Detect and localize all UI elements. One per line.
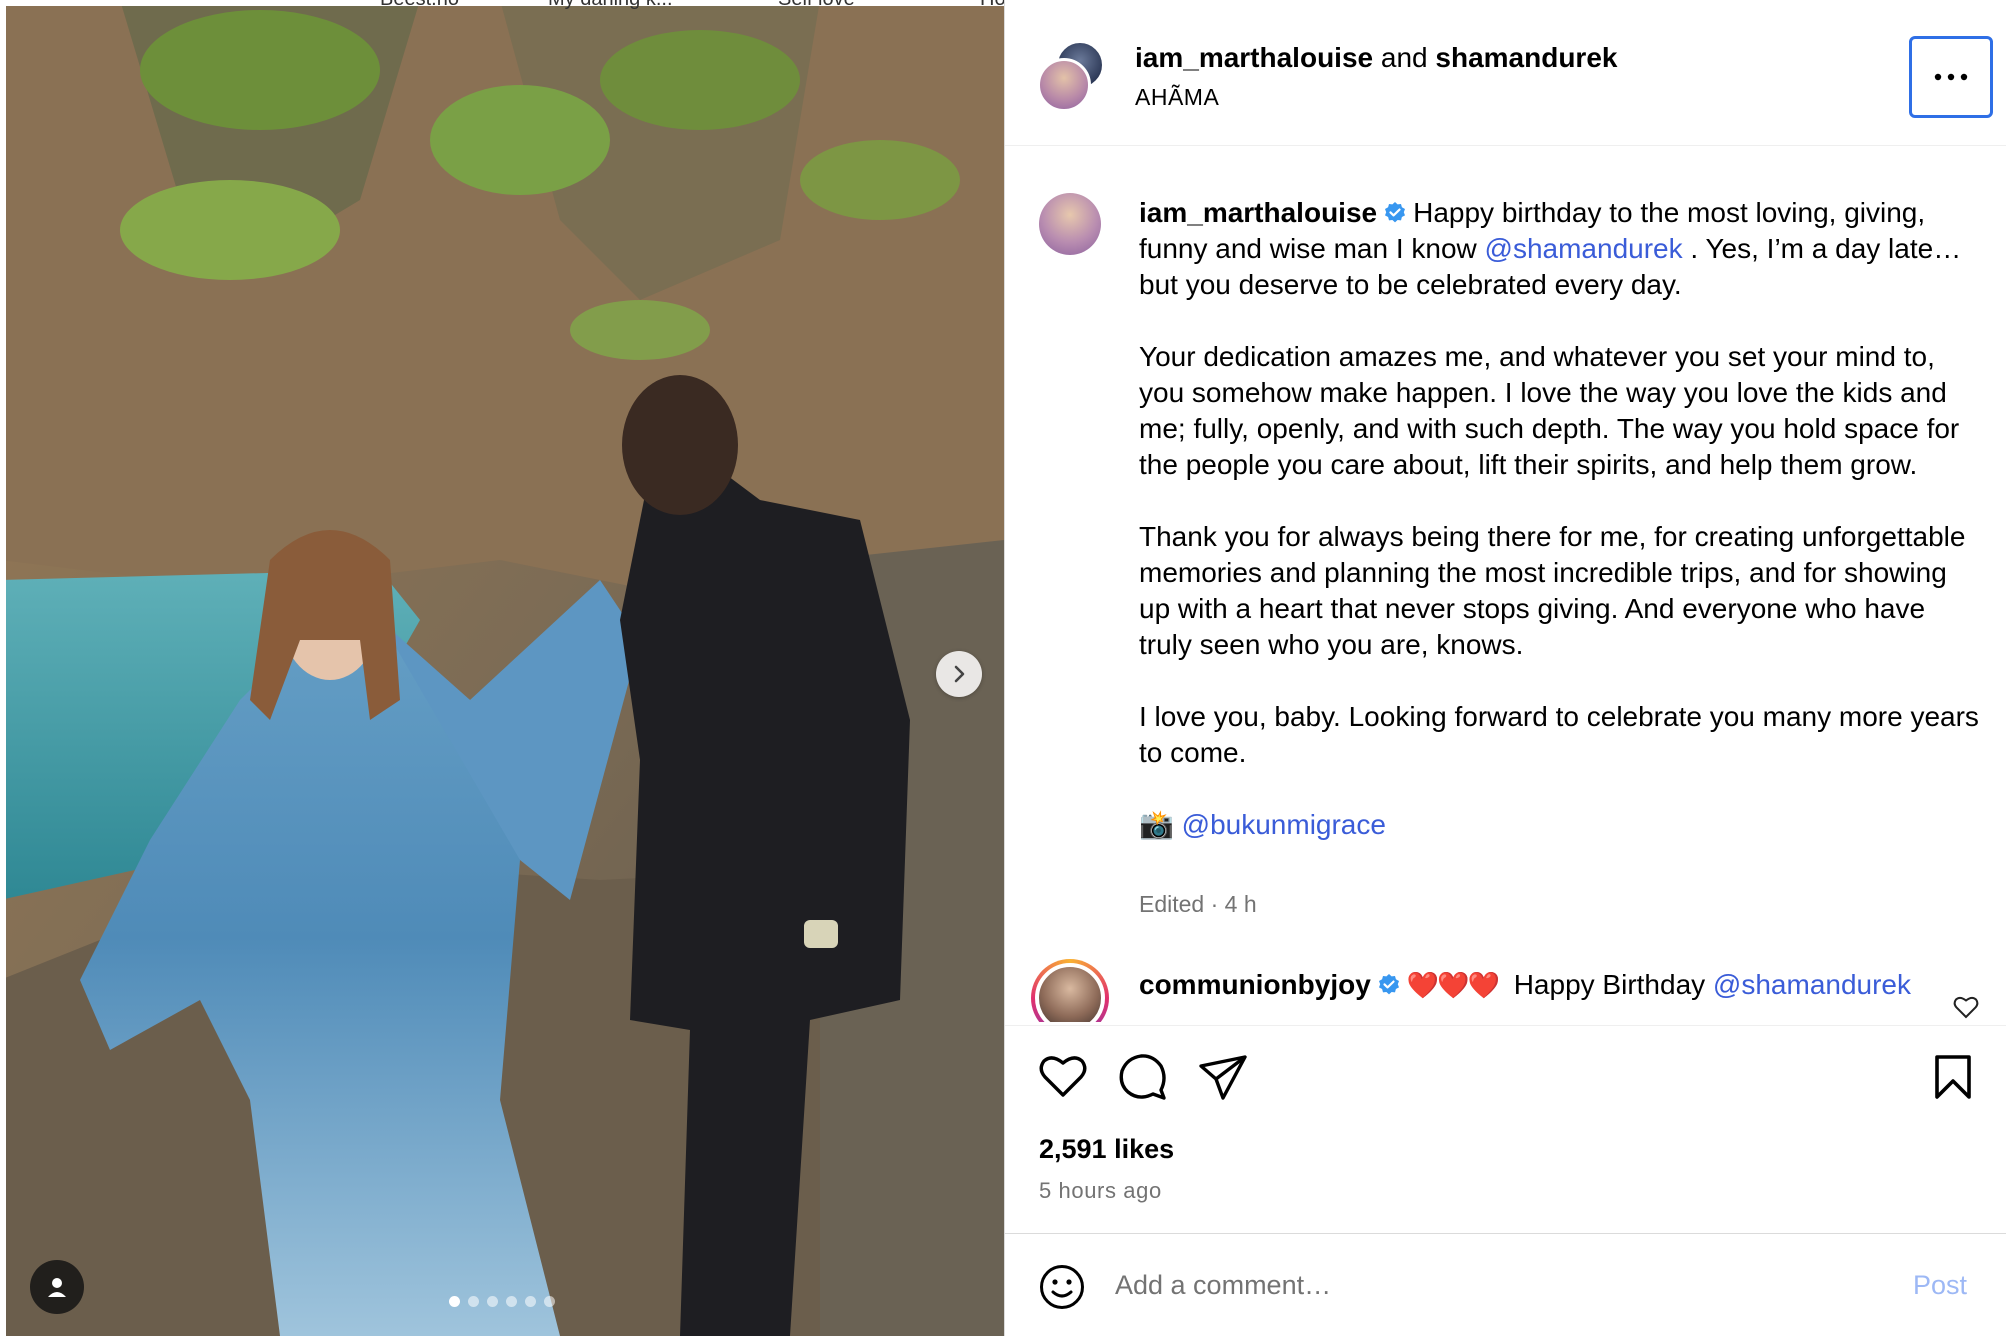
tagged-users-button[interactable]	[30, 1260, 84, 1314]
avatar[interactable]	[1039, 193, 1101, 255]
share-button[interactable]	[1199, 1054, 1247, 1105]
post-location[interactable]: AHÃMA	[1135, 84, 1219, 111]
caption-paragraph: Thank you for always being there for me,…	[1139, 521, 1966, 660]
like-count[interactable]: 2,591 likes	[1039, 1134, 1174, 1165]
verified-icon	[1378, 974, 1399, 995]
avatar	[1037, 58, 1091, 112]
heart-icon	[1039, 1056, 1087, 1097]
bookmark-bar: Beest.no My daning k... Self love Horses	[0, 0, 1004, 10]
emoji-icon	[1040, 1265, 1084, 1309]
carousel-indicator	[449, 1296, 555, 1307]
comment-input[interactable]	[1115, 1260, 1855, 1310]
bookmark-item[interactable]: Beest.no	[380, 0, 459, 10]
carousel-dot	[506, 1296, 517, 1307]
comment-like-button[interactable]	[1953, 995, 1979, 1022]
post-header: iam_marthalouise and shamandurek AHÃMA	[1005, 0, 2006, 146]
more-icon	[1934, 73, 1968, 81]
bookmark-item[interactable]: Horses	[980, 0, 1004, 10]
share-icon	[1199, 1055, 1247, 1100]
mention-link[interactable]: @bukunmigrace	[1182, 809, 1386, 840]
window-edge	[0, 0, 6, 1336]
carousel-dot	[449, 1296, 460, 1307]
comment-button[interactable]	[1119, 1054, 1167, 1105]
verified-icon	[1385, 202, 1406, 223]
caption-paragraph: Your dedication amazes me, and whatever …	[1139, 341, 1960, 480]
more-options-button[interactable]	[1909, 36, 1993, 118]
caption-username[interactable]: iam_marthalouise	[1139, 197, 1377, 228]
comment-username[interactable]: communionbyjoy	[1139, 969, 1371, 1000]
carousel-dot	[468, 1296, 479, 1307]
author-link[interactable]: shamandurek	[1435, 42, 1617, 73]
post-photo[interactable]: Beest.no My daning k... Self love Horses	[0, 0, 1004, 1336]
post-comment-button[interactable]: Post	[1913, 1270, 1967, 1301]
carousel-next-button[interactable]	[936, 651, 982, 697]
post-actions: 2,591 likes 5 hours ago	[1005, 1025, 2006, 1237]
post-panel: iam_marthalouise and shamandurek AHÃMA i…	[1004, 0, 2006, 1336]
mention-link[interactable]: @shamandurek	[1713, 969, 1911, 1000]
post-authors: iam_marthalouise and shamandurek	[1135, 42, 1617, 74]
caption-paragraph: I love you, baby. Looking forward to cel…	[1139, 701, 1979, 768]
edited-timestamp: Edited · 4 h	[1139, 891, 1257, 917]
add-comment-bar: Post	[1005, 1233, 2006, 1336]
save-button[interactable]	[1933, 1054, 1973, 1105]
carousel-dot	[544, 1296, 555, 1307]
comment-text: communionbyjoy ❤️❤️❤️ Happy Birthday @sha…	[1139, 969, 1911, 1001]
chevron-right-icon	[954, 665, 965, 683]
carousel-dot	[525, 1296, 536, 1307]
post-time[interactable]: 5 hours ago	[1039, 1178, 1162, 1204]
story-ring[interactable]	[1031, 959, 1109, 1022]
collab-avatars[interactable]	[1037, 40, 1107, 112]
author-joiner: and	[1380, 42, 1428, 73]
caption-scroll-area[interactable]: iam_marthalouise Happy birthday to the mo…	[1005, 147, 2006, 1022]
post-caption: iam_marthalouise Happy birthday to the mo…	[1139, 195, 1979, 879]
like-button[interactable]	[1039, 1054, 1087, 1103]
user-tag-icon	[48, 1278, 66, 1297]
heart-emojis: ❤️❤️❤️	[1406, 970, 1500, 1000]
bookmark-item[interactable]: Self love	[778, 0, 855, 10]
mention-link[interactable]: @shamandurek	[1485, 233, 1683, 264]
heart-icon	[1953, 996, 1979, 1019]
avatar	[1035, 963, 1105, 1022]
camera-emoji: 📸	[1139, 809, 1174, 840]
comment-icon	[1119, 1054, 1166, 1100]
carousel-dot	[487, 1296, 498, 1307]
bookmark-icon	[1935, 1055, 1971, 1099]
emoji-button[interactable]	[1039, 1264, 1085, 1315]
comment-body: Happy Birthday	[1513, 969, 1706, 1000]
author-link[interactable]: iam_marthalouise	[1135, 42, 1373, 73]
photo-scene	[0, 0, 1004, 1336]
bookmark-item[interactable]: My daning k...	[548, 0, 673, 10]
comment-row: communionbyjoy ❤️❤️❤️ Happy Birthday @sha…	[1005, 959, 2006, 1022]
